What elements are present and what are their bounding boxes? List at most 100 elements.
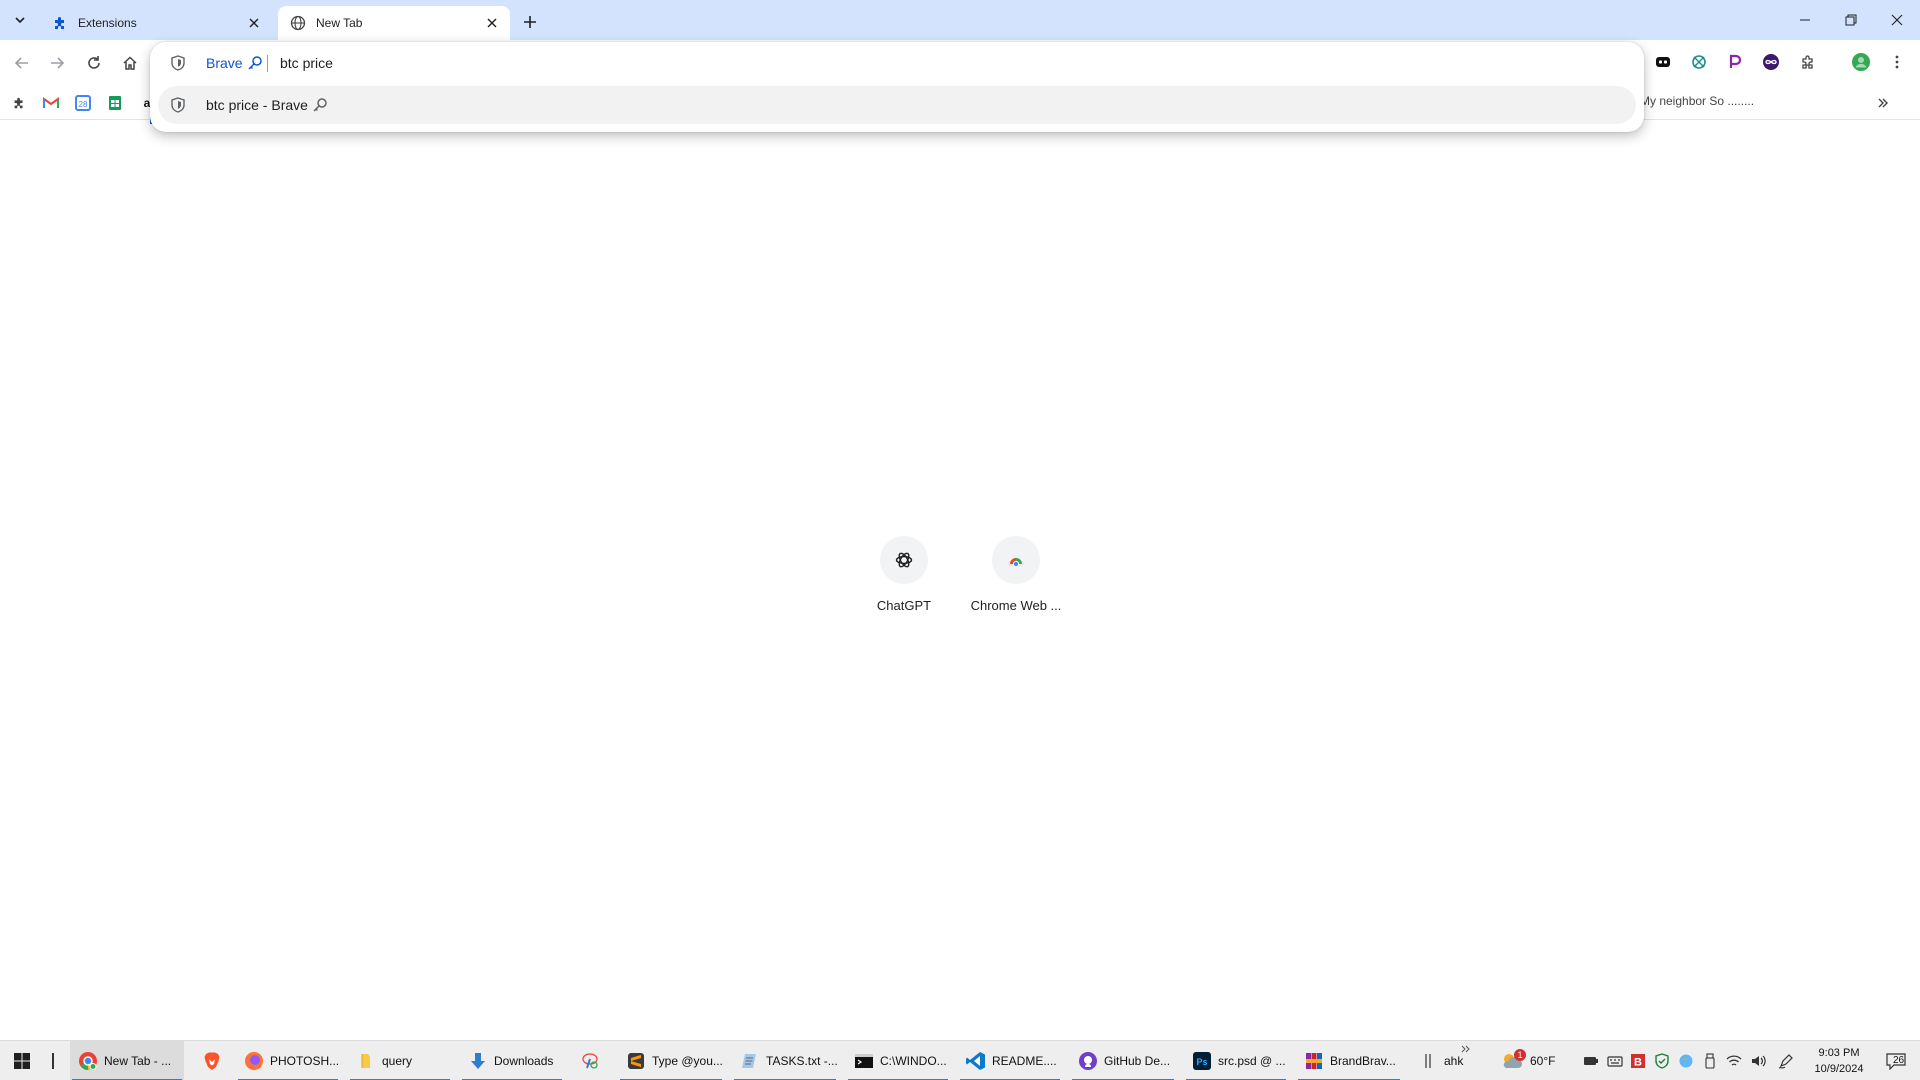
taskbar-item-winrar[interactable]: BrandBrav... bbox=[1296, 1041, 1402, 1080]
chrome-icon bbox=[78, 1051, 98, 1071]
shortcut-chrome-web-store[interactable]: Chrome Web ... bbox=[960, 536, 1072, 626]
winrar-icon bbox=[1304, 1051, 1324, 1071]
notification-icon: 26 bbox=[1885, 1052, 1907, 1070]
github-icon bbox=[1078, 1051, 1098, 1071]
tray-b-icon[interactable]: B bbox=[1629, 1052, 1647, 1070]
bookmark-extensions-icon[interactable] bbox=[10, 94, 28, 112]
tab-title: Extensions bbox=[78, 16, 137, 30]
chevron-double-right-icon bbox=[1878, 98, 1888, 108]
shortcut-label: Chrome Web ... bbox=[970, 598, 1062, 613]
tab-extensions[interactable]: Extensions bbox=[40, 6, 272, 40]
close-icon[interactable] bbox=[484, 15, 500, 31]
notification-center-button[interactable]: 26 bbox=[1880, 1049, 1912, 1073]
address-input[interactable] bbox=[280, 52, 1580, 74]
taskbar-item-terminal[interactable]: C:\WINDO... bbox=[846, 1041, 950, 1080]
home-button[interactable] bbox=[118, 51, 142, 75]
tray-volume-icon[interactable] bbox=[1749, 1052, 1767, 1070]
shield-icon bbox=[170, 55, 186, 71]
system-clock[interactable]: 9:03 PM 10/9/2024 bbox=[1800, 1045, 1878, 1077]
weather-cloud-icon: 1 bbox=[1500, 1049, 1526, 1071]
taskbar-item-brave[interactable] bbox=[194, 1041, 234, 1080]
taskbar-item-label: TASKS.txt -... bbox=[766, 1054, 838, 1068]
taskbar-item-sublime[interactable]: Type @you... bbox=[618, 1041, 724, 1080]
extension-black-icon[interactable] bbox=[1652, 51, 1674, 73]
task-view-icon[interactable] bbox=[52, 1053, 60, 1069]
omnibox[interactable]: Brave bbox=[150, 42, 1644, 84]
clock-time: 9:03 PM bbox=[1818, 1047, 1860, 1059]
ahk-icon bbox=[1418, 1051, 1438, 1071]
arrow-right-icon bbox=[51, 57, 65, 69]
bookmark-my-neighbor[interactable]: My neighbor So ........ bbox=[1640, 94, 1754, 108]
sublime-icon bbox=[626, 1051, 646, 1071]
reload-icon bbox=[88, 56, 100, 69]
extensions-menu-button[interactable] bbox=[1797, 51, 1819, 73]
chevron-double-right-icon[interactable] bbox=[1458, 1043, 1474, 1055]
tray-globe-icon[interactable] bbox=[1677, 1052, 1695, 1070]
taskbar-item-vscode[interactable]: README.... bbox=[958, 1041, 1062, 1080]
extension-purple-p-icon[interactable] bbox=[1724, 51, 1746, 73]
taskbar-item-label: src.psd @ ... bbox=[1218, 1054, 1286, 1068]
bookmark-calendar-icon[interactable]: 28 bbox=[74, 94, 92, 112]
taskbar-item-paint[interactable] bbox=[572, 1041, 612, 1080]
minimize-icon bbox=[1800, 19, 1810, 21]
svg-text:Ps: Ps bbox=[1196, 1057, 1207, 1067]
taskbar-item-github[interactable]: GitHub De... bbox=[1070, 1041, 1176, 1080]
reload-button[interactable] bbox=[82, 51, 106, 75]
close-icon bbox=[1891, 14, 1903, 26]
forward-button[interactable] bbox=[45, 51, 69, 75]
bookmark-gmail-icon[interactable] bbox=[42, 94, 60, 112]
profile-avatar[interactable] bbox=[1850, 51, 1872, 73]
avatar-icon bbox=[1852, 53, 1870, 71]
taskbar-item-label: README.... bbox=[992, 1054, 1057, 1068]
tab-search-button[interactable] bbox=[8, 8, 32, 32]
paint-icon bbox=[580, 1051, 600, 1071]
restore-button[interactable] bbox=[1828, 0, 1874, 40]
search-keyword-chip[interactable]: Brave bbox=[206, 54, 263, 72]
minimize-button[interactable] bbox=[1782, 0, 1828, 40]
extension-teal-icon[interactable] bbox=[1688, 51, 1710, 73]
shortcut-icon-circle bbox=[880, 536, 928, 584]
bookmark-sheets-icon[interactable] bbox=[106, 94, 124, 112]
menu-button[interactable] bbox=[1886, 51, 1908, 73]
tray-keyboard-icon[interactable] bbox=[1606, 1052, 1624, 1070]
back-button[interactable] bbox=[10, 51, 34, 75]
tab-title: New Tab bbox=[316, 16, 363, 30]
suggestion-text-wrap: btc price - Brave bbox=[206, 97, 328, 113]
tab-new-tab[interactable]: New Tab bbox=[278, 6, 510, 40]
suggestion-text: btc price - Brave bbox=[206, 97, 308, 113]
notification-count: 26 bbox=[1893, 1055, 1905, 1066]
taskbar-item-chrome[interactable]: New Tab - ... bbox=[70, 1041, 184, 1080]
keyword-label: Brave bbox=[206, 55, 243, 71]
taskbar-item-photoshop[interactable]: Ps src.psd @ ... bbox=[1184, 1041, 1288, 1080]
taskbar-item-notepad[interactable]: TASKS.txt -... bbox=[732, 1041, 838, 1080]
taskbar-item-downloads[interactable]: Downloads bbox=[460, 1041, 564, 1080]
close-icon[interactable] bbox=[246, 15, 262, 31]
terminal-icon bbox=[854, 1051, 874, 1071]
omnibox-popup: Brave btc price - Brave bbox=[150, 42, 1644, 132]
globe-icon bbox=[290, 15, 306, 31]
weather-widget[interactable]: 1 60°F bbox=[1500, 1041, 1555, 1080]
photoshop-icon: Ps bbox=[1192, 1051, 1212, 1071]
tray-security-icon[interactable] bbox=[1653, 1052, 1671, 1070]
openai-icon bbox=[895, 552, 913, 568]
omnibox-suggestion[interactable]: btc price - Brave bbox=[158, 86, 1636, 124]
extension-infinity-icon[interactable] bbox=[1760, 51, 1782, 73]
start-button[interactable] bbox=[8, 1049, 36, 1073]
close-window-button[interactable] bbox=[1874, 0, 1920, 40]
bookmarks-overflow-button[interactable] bbox=[1872, 93, 1894, 113]
tray-pen-icon[interactable] bbox=[1777, 1052, 1795, 1070]
folder-icon bbox=[356, 1051, 376, 1071]
puzzle-icon bbox=[1802, 55, 1813, 69]
taskbar: New Tab - ... PHOTOSH... query Downloads… bbox=[0, 1040, 1920, 1080]
shortcut-chatgpt[interactable]: ChatGPT bbox=[848, 536, 960, 626]
taskbar-item-firefox[interactable]: PHOTOSH... bbox=[236, 1041, 340, 1080]
tray-usb-icon[interactable] bbox=[1701, 1052, 1719, 1070]
taskbar-item-label: BrandBrav... bbox=[1330, 1054, 1396, 1068]
tray-wifi-icon[interactable] bbox=[1725, 1052, 1743, 1070]
taskbar-item-label: Type @you... bbox=[652, 1054, 723, 1068]
taskbar-item-explorer-query[interactable]: query bbox=[348, 1041, 452, 1080]
svg-text:B: B bbox=[1634, 1057, 1642, 1069]
tray-battery-icon[interactable] bbox=[1582, 1052, 1600, 1070]
taskbar-item-label: query bbox=[382, 1054, 413, 1068]
new-tab-button[interactable] bbox=[518, 10, 542, 34]
